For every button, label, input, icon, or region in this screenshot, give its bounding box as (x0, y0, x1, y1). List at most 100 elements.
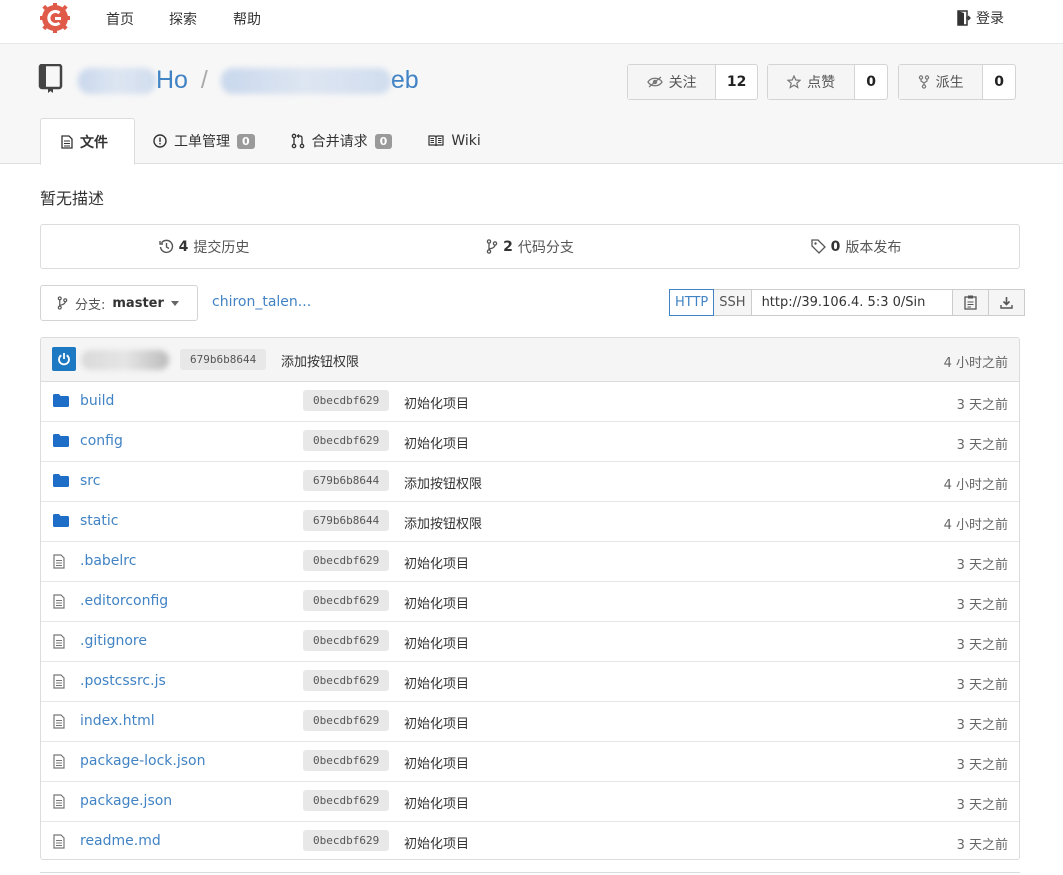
tab-files-label: 文件 (80, 134, 108, 151)
file-icon-wrap (53, 714, 65, 733)
branch-prefix: 分支: (75, 297, 106, 313)
releases-count: 0 (830, 238, 841, 255)
file-icon (53, 794, 65, 809)
commit-message-link[interactable]: 初始化项目 (404, 393, 469, 412)
commit-message-link[interactable]: 初始化项目 (404, 633, 469, 652)
folder-icon-wrap (53, 514, 69, 531)
issues-count-badge: 0 (237, 133, 255, 149)
clone-panel: HTTP SSH http://39.106.4. 5:3 0/Sin (669, 289, 1025, 316)
breadcrumb-repo-link[interactable]: chiron_talen... (212, 294, 311, 310)
file-name-link[interactable]: build (80, 393, 114, 409)
file-name-link[interactable]: .babelrc (80, 553, 136, 569)
avatar[interactable] (52, 347, 76, 371)
file-row: .babelrc 0becdbf629 初始化项目 3 天之前 (41, 542, 1019, 582)
http-clone-button[interactable]: HTTP (669, 289, 715, 316)
tab-issues[interactable]: 工单管理 0 (135, 118, 273, 164)
repo-owner-link[interactable]: Ho (78, 66, 195, 95)
commit-message-link[interactable]: 初始化项目 (404, 793, 469, 812)
commit-sha-link[interactable]: 0becdbf629 (303, 430, 390, 451)
latest-commit-header: 679b6b8644 添加按钮权限 4 小时之前 (41, 338, 1019, 382)
repo-header: Ho / eb 关注 12 点赞 0 派生 0 文件 工单管理 0 合并请求 0… (0, 44, 1063, 165)
branches-summary-link[interactable]: 2 代码分支 (367, 225, 693, 268)
commit-time: 3 天之前 (956, 838, 1008, 853)
commit-message-link[interactable]: 初始化项目 (404, 673, 469, 692)
commit-sha-link[interactable]: 0becdbf629 (303, 710, 390, 731)
watch-button[interactable]: 关注 12 (627, 64, 758, 100)
download-button[interactable] (988, 289, 1025, 316)
commit-sha-link[interactable]: 0becdbf629 (303, 750, 390, 771)
top-navbar: 首页 探索 帮助 登录 (0, 0, 1063, 44)
file-name-link[interactable]: .editorconfig (80, 593, 168, 609)
branch-icon (57, 296, 68, 310)
file-row: index.html 0becdbf629 初始化项目 3 天之前 (41, 702, 1019, 742)
file-name-link[interactable]: .gitignore (80, 633, 147, 649)
tab-files[interactable]: 文件 (40, 118, 135, 165)
folder-icon-wrap (53, 434, 69, 451)
nav-home-link[interactable]: 首页 (106, 9, 134, 29)
repo-name-link[interactable]: eb (214, 66, 419, 95)
file-name-link[interactable]: package.json (80, 793, 172, 809)
star-button[interactable]: 点赞 0 (767, 64, 888, 100)
commit-sha-link[interactable]: 0becdbf629 (303, 590, 390, 611)
pull-requests-count-badge: 0 (374, 133, 393, 149)
commit-time: 3 天之前 (956, 798, 1008, 813)
file-row: readme.md 0becdbf629 初始化项目 3 天之前 (41, 822, 1019, 859)
commits-label: 提交历史 (193, 239, 250, 256)
caret-down-icon (170, 300, 179, 306)
commit-message-link[interactable]: 初始化项目 (404, 553, 469, 572)
nav-explore-link[interactable]: 探索 (169, 9, 197, 29)
commit-sha-link[interactable]: 0becdbf629 (303, 550, 390, 571)
gitea-logo-icon[interactable] (40, 3, 70, 33)
eye-icon (646, 76, 663, 88)
latest-commit-sha[interactable]: 679b6b8644 (180, 349, 267, 370)
commits-summary-link[interactable]: 4 提交历史 (41, 225, 367, 268)
file-name-link[interactable]: package-lock.json (80, 753, 206, 769)
commit-message-link[interactable]: 添加按钮权限 (404, 473, 482, 492)
commit-message-link[interactable]: 初始化项目 (404, 753, 469, 772)
fork-count: 0 (994, 74, 1005, 90)
repo-book-icon (38, 64, 63, 93)
commit-message-link[interactable]: 初始化项目 (404, 833, 469, 852)
file-name-link[interactable]: .postcssrc.js (80, 673, 166, 689)
nav-help-link[interactable]: 帮助 (233, 9, 261, 29)
fork-icon (918, 75, 929, 89)
ssh-clone-button[interactable]: SSH (714, 289, 752, 316)
commit-sha-link[interactable]: 0becdbf629 (303, 830, 390, 851)
branch-selector-dropdown[interactable]: 分支: master (40, 285, 198, 321)
latest-commit-message[interactable]: 添加按钮权限 (281, 351, 359, 370)
clone-url-field[interactable]: http://39.106.4. 5:3 0/Sin (751, 289, 953, 316)
commit-message-link[interactable]: 初始化项目 (404, 593, 469, 612)
file-name-link[interactable]: readme.md (80, 833, 161, 849)
commit-message-link[interactable]: 初始化项目 (404, 713, 469, 732)
fork-label-box: 派生 (899, 65, 984, 99)
file-icon-wrap (53, 554, 65, 573)
commit-sha-link[interactable]: 0becdbf629 (303, 630, 390, 651)
file-row: build 0becdbf629 初始化项目 3 天之前 (41, 382, 1019, 422)
commit-sha-link[interactable]: 0becdbf629 (303, 790, 390, 811)
pull-request-icon (291, 133, 305, 149)
fork-label: 派生 (935, 75, 964, 91)
file-name-link[interactable]: static (80, 513, 118, 529)
login-button[interactable]: 登录 (957, 8, 1004, 28)
commit-message-link[interactable]: 添加按钮权限 (404, 513, 482, 532)
commit-sha-link[interactable]: 679b6b8644 (303, 510, 390, 531)
file-name-link[interactable]: config (80, 433, 123, 449)
releases-summary-link[interactable]: 0 版本发布 (693, 225, 1019, 268)
file-name-link[interactable]: index.html (80, 713, 155, 729)
fork-button[interactable]: 派生 0 (898, 64, 1016, 100)
file-name-link[interactable]: src (80, 473, 100, 489)
file-icon (53, 834, 65, 849)
commit-time: 3 天之前 (956, 438, 1008, 453)
file-row: package.json 0becdbf629 初始化项目 3 天之前 (41, 782, 1019, 822)
commit-sha-link[interactable]: 0becdbf629 (303, 390, 390, 411)
commit-time: 3 天之前 (956, 598, 1008, 613)
commit-message-link[interactable]: 初始化项目 (404, 433, 469, 452)
commit-sha-link[interactable]: 0becdbf629 (303, 670, 390, 691)
file-icon (53, 754, 65, 769)
tab-wiki[interactable]: Wiki (410, 118, 498, 164)
commit-sha-link[interactable]: 679b6b8644 (303, 470, 390, 491)
file-icon-wrap (53, 834, 65, 853)
folder-icon-wrap (53, 474, 69, 491)
tab-pull-requests[interactable]: 合并请求 0 (273, 118, 411, 164)
copy-url-button[interactable] (952, 289, 989, 316)
